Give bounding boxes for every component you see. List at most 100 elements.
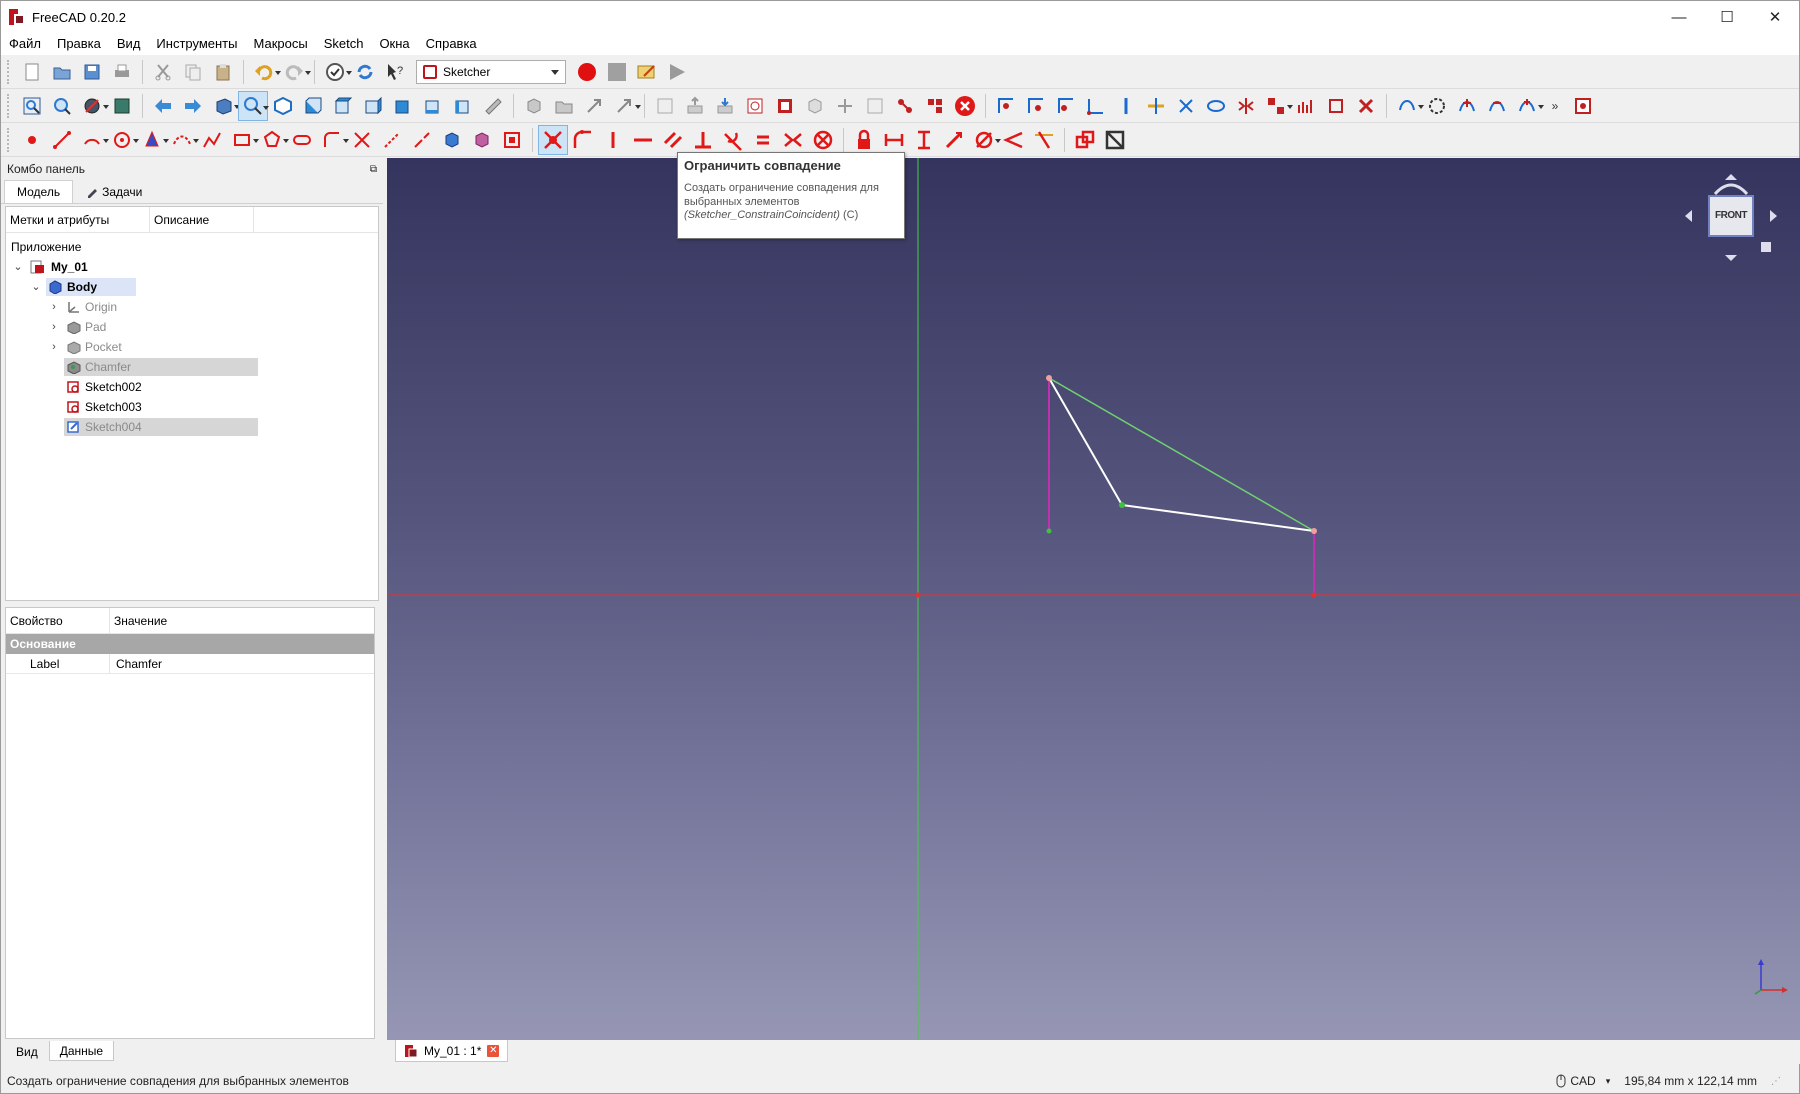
tree-item-my-01[interactable]: ⌄ My_01 bbox=[6, 257, 378, 277]
constrain-horizontal-icon[interactable] bbox=[628, 125, 658, 155]
constrain-parallel-icon[interactable] bbox=[658, 125, 688, 155]
constrain-point-on-object-icon[interactable] bbox=[568, 125, 598, 155]
create-rectangle-icon[interactable] bbox=[227, 125, 259, 155]
constrain-horizontal-distance-icon[interactable] bbox=[879, 125, 909, 155]
3d-viewport[interactable]: FRONT bbox=[387, 158, 1800, 1040]
macro-run-icon[interactable] bbox=[662, 57, 692, 87]
close-tab-icon[interactable]: ✕ bbox=[487, 1044, 500, 1057]
menu-windows[interactable]: Окна bbox=[371, 33, 417, 55]
sketch-vertex[interactable] bbox=[1311, 528, 1317, 534]
expand-arrow-icon[interactable]: ⌄ bbox=[12, 257, 24, 277]
close-button[interactable]: ✕ bbox=[1751, 1, 1799, 33]
new-file-icon[interactable] bbox=[17, 57, 47, 87]
select-horizontal-axis-icon[interactable] bbox=[1141, 91, 1171, 121]
navigation-style-selector[interactable]: CAD ▾ bbox=[1556, 1074, 1610, 1088]
tab-model[interactable]: Модель bbox=[4, 180, 74, 203]
view-left-icon[interactable] bbox=[448, 91, 478, 121]
split-edge-icon[interactable] bbox=[407, 125, 437, 155]
property-header-value[interactable]: Значение bbox=[110, 608, 167, 633]
copy-array-icon[interactable] bbox=[1261, 91, 1293, 121]
workbench-selector[interactable]: Sketcher bbox=[416, 59, 566, 84]
nav-arrow-up-icon[interactable] bbox=[1725, 174, 1737, 180]
origin-point[interactable] bbox=[915, 592, 921, 598]
remove-axes-alignment-icon[interactable] bbox=[1321, 91, 1351, 121]
paste-icon[interactable] bbox=[208, 57, 238, 87]
refresh-check-icon[interactable] bbox=[320, 57, 352, 87]
create-polyline-icon[interactable] bbox=[197, 125, 227, 155]
property-row-label[interactable]: Label Chamfer bbox=[6, 654, 374, 674]
sketch-merge-icon[interactable] bbox=[770, 91, 800, 121]
trim-edge-icon[interactable] bbox=[347, 125, 377, 155]
view-bottom-icon[interactable] bbox=[418, 91, 448, 121]
stop-operation-icon[interactable] bbox=[950, 91, 980, 121]
menu-view[interactable]: Вид bbox=[109, 33, 149, 55]
sketch-vertex[interactable] bbox=[1046, 375, 1052, 381]
tree-item-sketch004[interactable]: Sketch004 bbox=[6, 417, 378, 437]
menu-macro[interactable]: Макросы bbox=[245, 33, 315, 55]
draw-style-icon[interactable] bbox=[77, 91, 109, 121]
bspline-show-icon[interactable] bbox=[1392, 91, 1424, 121]
menu-sketch[interactable]: Sketch bbox=[316, 33, 372, 55]
construction-vertex[interactable] bbox=[1311, 592, 1317, 598]
toolbar-grip[interactable] bbox=[7, 93, 13, 118]
extend-edge-icon[interactable] bbox=[377, 125, 407, 155]
nav-arrow-down-icon[interactable] bbox=[1725, 255, 1737, 261]
macro-edit-icon[interactable] bbox=[632, 57, 662, 87]
menu-edit[interactable]: Правка bbox=[49, 33, 109, 55]
constrain-block-icon[interactable] bbox=[808, 125, 838, 155]
link-actions-icon[interactable] bbox=[609, 91, 641, 121]
tree-item-pad[interactable]: › Pad bbox=[6, 317, 378, 337]
fit-all-icon[interactable] bbox=[17, 91, 47, 121]
maximize-button[interactable]: ☐ bbox=[1703, 1, 1751, 33]
convert-to-bspline-icon[interactable] bbox=[1422, 91, 1452, 121]
create-bspline-icon[interactable] bbox=[167, 125, 199, 155]
view-forward-icon[interactable] bbox=[178, 91, 208, 121]
constrain-symmetric-icon[interactable] bbox=[778, 125, 808, 155]
view-front-icon[interactable] bbox=[298, 91, 328, 121]
collapsed-arrow-icon[interactable]: › bbox=[48, 317, 60, 337]
create-fillet-icon[interactable] bbox=[317, 125, 349, 155]
sketch-validate-icon[interactable] bbox=[740, 91, 770, 121]
sketch-grid-icon[interactable] bbox=[830, 91, 860, 121]
whats-this-icon[interactable]: ? bbox=[380, 57, 410, 87]
select-vertical-axis-icon[interactable] bbox=[1111, 91, 1141, 121]
nav-arrow-right-icon[interactable] bbox=[1770, 210, 1777, 222]
external-geometry-icon[interactable] bbox=[437, 125, 467, 155]
sketch-edge[interactable] bbox=[1121, 504, 1315, 532]
view-isometric-icon[interactable] bbox=[268, 91, 298, 121]
select-redundant-icon[interactable] bbox=[1021, 91, 1051, 121]
create-slot-icon[interactable] bbox=[287, 125, 317, 155]
create-group-icon[interactable] bbox=[549, 91, 579, 121]
navcube-menu-icon[interactable] bbox=[1761, 242, 1771, 252]
macro-record-icon[interactable] bbox=[572, 57, 602, 87]
constrain-vertical-icon[interactable] bbox=[598, 125, 628, 155]
tree-header-description[interactable]: Описание bbox=[150, 207, 254, 232]
property-group-base[interactable]: Основание bbox=[6, 634, 374, 654]
cut-icon[interactable] bbox=[148, 57, 178, 87]
redo-icon[interactable] bbox=[279, 57, 311, 87]
view-back-icon[interactable] bbox=[148, 91, 178, 121]
collapsed-arrow-icon[interactable]: › bbox=[48, 297, 60, 317]
sketch-leave-icon[interactable] bbox=[680, 91, 710, 121]
view-right-icon[interactable] bbox=[358, 91, 388, 121]
sketch-view-section-icon[interactable] bbox=[650, 91, 680, 121]
decrease-degree-icon[interactable] bbox=[1482, 91, 1512, 121]
tree-header-labels[interactable]: Метки и атрибуты bbox=[6, 207, 150, 232]
recompute-icon[interactable] bbox=[350, 57, 380, 87]
expand-arrow-icon[interactable]: ⌄ bbox=[30, 277, 42, 297]
sketch-canvas[interactable] bbox=[387, 158, 1800, 1040]
toggle-active-icon[interactable] bbox=[1100, 125, 1130, 155]
rotate-arc-icon[interactable] bbox=[1713, 183, 1749, 196]
zoom-box-icon[interactable] bbox=[238, 90, 269, 121]
constrain-tangent-icon[interactable] bbox=[718, 125, 748, 155]
collapsed-arrow-icon[interactable]: › bbox=[48, 337, 60, 357]
resize-grip-icon[interactable]: ⋰ bbox=[1771, 1076, 1781, 1087]
float-panel-icon[interactable]: ⧉ bbox=[370, 164, 377, 175]
menu-help[interactable]: Справка bbox=[418, 33, 485, 55]
property-value[interactable]: Chamfer bbox=[110, 654, 162, 673]
toolbar-overflow-icon[interactable]: » bbox=[1542, 91, 1568, 121]
carbon-copy-icon[interactable] bbox=[467, 125, 497, 155]
nav-arrow-left-icon[interactable] bbox=[1685, 210, 1692, 222]
tree-item-sketch002[interactable]: Sketch002 bbox=[6, 377, 378, 397]
toggle-driving-icon[interactable] bbox=[1070, 125, 1100, 155]
